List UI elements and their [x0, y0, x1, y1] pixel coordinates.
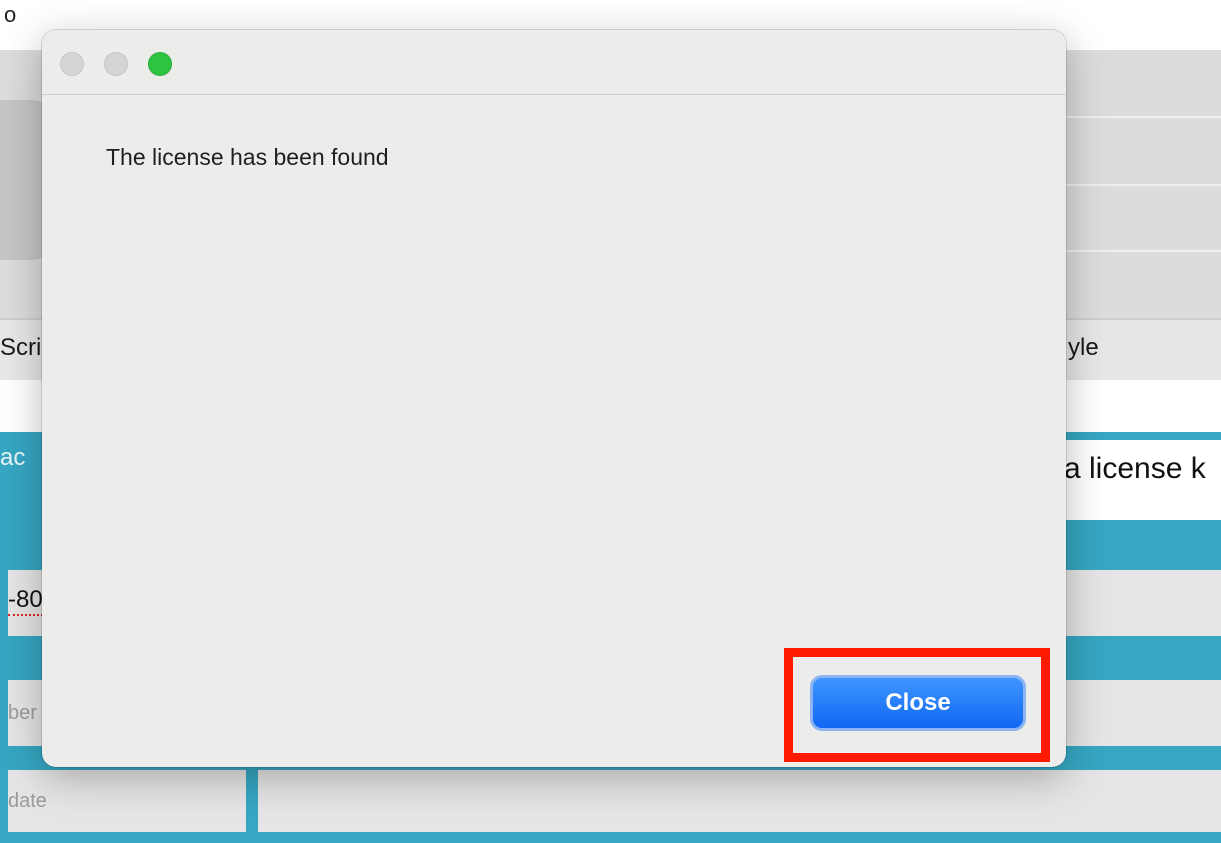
dialog-message: The license has been found — [106, 144, 389, 170]
background-license-heading: a license k — [1040, 440, 1221, 520]
dialog-titlebar — [42, 30, 1066, 95]
background-style-label: yle — [1068, 334, 1099, 361]
background-license-text: a license k — [1064, 452, 1206, 485]
background-field-placeholder: ber — [8, 702, 37, 724]
close-button[interactable]: Close — [810, 675, 1026, 731]
background-number-value: -80 — [8, 586, 43, 616]
license-dialog: The license has been found Close — [42, 30, 1066, 767]
background-column-divider — [246, 770, 258, 843]
minimize-window-icon[interactable] — [104, 52, 128, 76]
background-script-label: Scri — [0, 334, 42, 361]
background-heading-fragment: ac — [0, 444, 26, 471]
background-date-placeholder: date — [8, 790, 47, 812]
background-input-row[interactable]: date — [8, 770, 1221, 832]
close-window-icon[interactable] — [60, 52, 84, 76]
zoom-window-icon[interactable] — [148, 52, 172, 76]
background-title-fragment: o — [4, 2, 17, 27]
